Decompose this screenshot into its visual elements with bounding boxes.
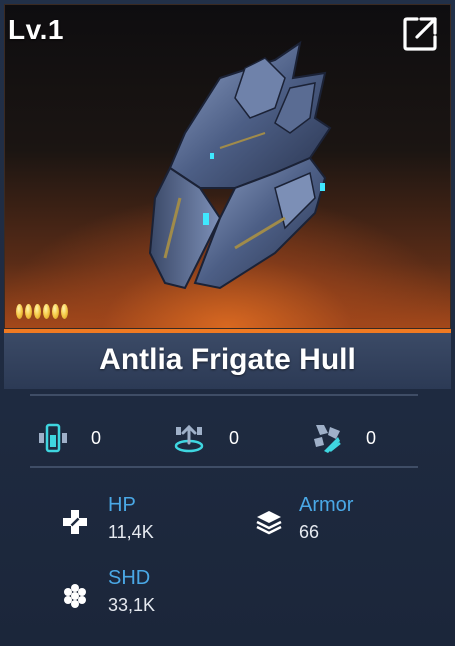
armor-value: 66 — [299, 522, 320, 542]
upgrade-slot-count: 0 — [229, 428, 240, 448]
armor-label: Armor — [299, 494, 354, 516]
rarity-pip — [34, 304, 41, 319]
item-card: Lv.1 Antlia Frigate Hull 0 0 0 HP 11,4K … — [0, 0, 455, 646]
rarity-pip — [61, 304, 68, 319]
hp-value: 11,4K — [108, 522, 154, 542]
module-slot-icon — [39, 423, 67, 453]
shard-count: 0 — [366, 428, 377, 448]
item-name: Antlia Frigate Hull — [99, 343, 356, 376]
hexagon-cluster-icon — [64, 584, 86, 608]
shd-label: SHD — [108, 567, 151, 589]
rarity-pip — [25, 304, 32, 319]
hp-label: HP — [108, 494, 136, 516]
rarity-pip — [43, 304, 50, 319]
shd-value: 33,1K — [108, 595, 156, 615]
item-level: Lv.1 — [8, 14, 64, 45]
expand-icon[interactable] — [401, 15, 439, 53]
rarity-pip — [16, 304, 23, 319]
module-slot-count: 0 — [91, 428, 102, 448]
frigate-hull-image — [148, 40, 332, 290]
upgrade-slot-icon — [174, 424, 204, 453]
layers-icon — [256, 511, 282, 535]
plus-cross-icon — [63, 510, 87, 534]
rarity-pip — [52, 304, 59, 319]
shard-icon — [314, 425, 341, 453]
divider — [30, 394, 418, 396]
divider — [30, 466, 418, 468]
rarity-pips — [16, 304, 68, 319]
